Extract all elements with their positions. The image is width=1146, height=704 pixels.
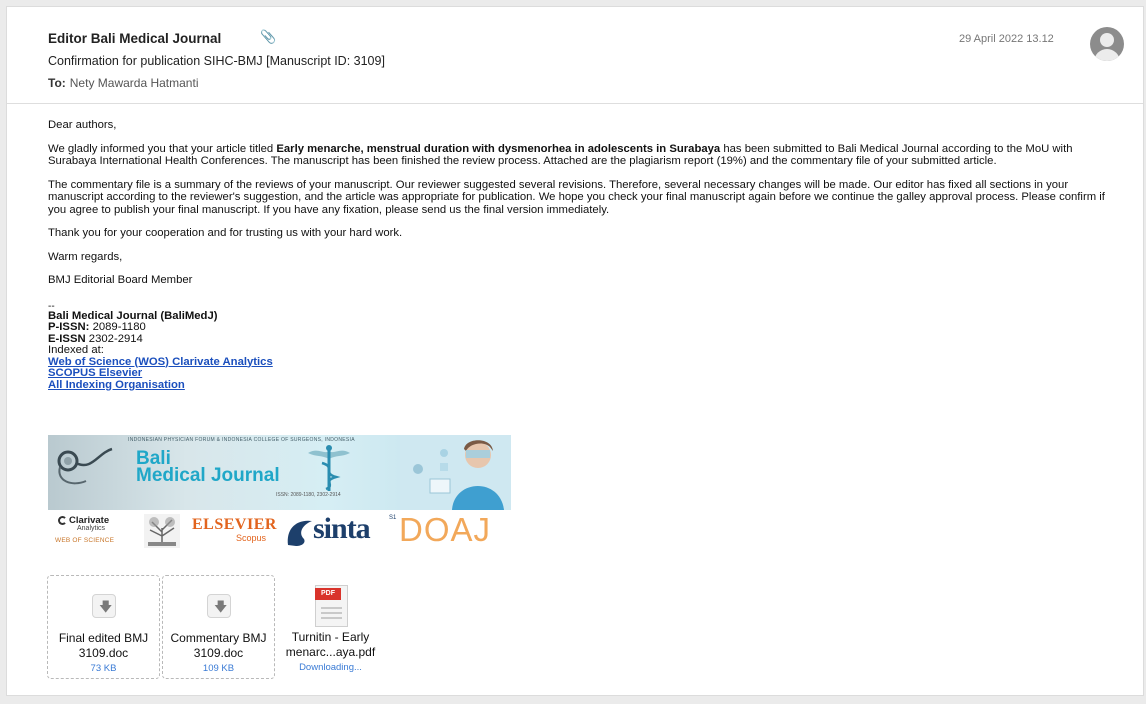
banner-header: INDONESIAN PHYSICIAN FORUM & INDONESIA C… — [48, 435, 511, 510]
stethoscope-icon — [57, 447, 113, 485]
scopus-logo: Scopus — [236, 533, 267, 543]
attachment-name: Commentary BMJ 3109.doc — [170, 631, 267, 660]
message-subject: Confirmation for publication SIHC-BMJ [M… — [48, 54, 385, 68]
user-avatar-icon[interactable] — [1090, 27, 1124, 61]
paperclip-icon: 📎 — [260, 29, 277, 44]
attachments-area: 🡇 Final edited BMJ 3109.doc 73 KB 🡇 Comm… — [47, 575, 387, 679]
attachment-commentary-doc[interactable]: 🡇 Commentary BMJ 3109.doc 109 KB — [162, 575, 275, 679]
eissn-line: E-ISSN 2302-2914 — [48, 332, 143, 345]
clarivate-icon — [58, 516, 67, 525]
sinta-level: S1 — [389, 515, 397, 521]
greeting: Dear authors, — [48, 119, 117, 131]
link-web-of-science[interactable]: Web of Science (WOS) Clarivate Analytics — [48, 356, 1118, 369]
attachment-size: 109 KB — [202, 663, 235, 674]
link-all-indexing[interactable]: All Indexing Organisation — [48, 379, 1118, 392]
attachment-turnitin-pdf[interactable]: PDF Turnitin - Early menarc...aya.pdf Do… — [274, 575, 387, 679]
closing: Warm regards, — [48, 250, 123, 263]
sinta-logo: sinta — [313, 512, 371, 545]
paragraph-1: We gladly informed you that your article… — [48, 142, 1073, 168]
attachment-status: Downloading... — [299, 662, 362, 673]
elsevier-logo: ELSEVIER — [192, 516, 277, 533]
link-scopus[interactable]: SCOPUS Elsevier — [48, 367, 1118, 380]
elsevier-tree-icon — [144, 514, 180, 548]
message-header: Editor Bali Medical Journal 📎 Confirmati… — [7, 7, 1143, 104]
indexing-logos: Clarivate Analytics WEB OF SCIENCE ELSEV… — [48, 511, 511, 551]
message-body: Dear authors, We gladly informed you tha… — [48, 119, 1118, 391]
paragraph-3: Thank you for your cooperation and for t… — [48, 227, 403, 239]
journal-banner-image: INDONESIAN PHYSICIAN FORUM & INDONESIA C… — [48, 435, 511, 551]
message-date: 29 April 2022 13.12 — [959, 33, 1054, 45]
attachment-name: Final edited BMJ 3109.doc — [58, 631, 149, 660]
email-message: Editor Bali Medical Journal 📎 Confirmati… — [6, 6, 1144, 696]
pdf-label: PDF — [315, 588, 341, 600]
indexed-label: Indexed at: — [48, 344, 104, 356]
pissn-line: P-ISSN: 2089-1180 — [48, 321, 146, 333]
signature-block: -- Bali Medical Journal (BaliMedJ) P-ISS… — [48, 301, 1118, 392]
doctor-photo — [400, 435, 511, 510]
signature-journal: Bali Medical Journal (BaliMedJ) — [48, 309, 218, 322]
sinta-mark-icon — [287, 520, 312, 546]
article-title: Early menarche, menstrual duration with … — [276, 142, 721, 155]
attachment-final-doc[interactable]: 🡇 Final edited BMJ 3109.doc 73 KB — [47, 575, 160, 679]
to-label: To: — [48, 76, 66, 90]
paragraph-2: The commentary file is a summary of the … — [48, 178, 1105, 216]
banner-issn: ISSN: 2089-1180, 2302-2914 — [276, 492, 341, 498]
attachment-name: Turnitin - Early menarc...aya.pdf — [285, 630, 376, 659]
sender-name[interactable]: Editor Bali Medical Journal — [48, 31, 221, 46]
banner-medical-journal: Medical Journal — [136, 465, 280, 486]
attachment-size: 73 KB — [90, 663, 117, 674]
download-icon[interactable]: 🡇 — [92, 594, 116, 618]
signer: BMJ Editorial Board Member — [48, 274, 193, 286]
doaj-logo: DOAJ — [399, 511, 492, 548]
download-icon[interactable]: 🡇 — [207, 594, 231, 618]
recipient-line: To: Nety Mawarda Hatmanti — [48, 76, 198, 90]
recipient-name[interactable]: Nety Mawarda Hatmanti — [70, 76, 199, 90]
caduceus-logo-icon — [308, 445, 350, 491]
clarivate-logo: Clarivate Analytics WEB OF SCIENCE — [55, 515, 115, 544]
pdf-file-icon[interactable]: PDF — [315, 585, 348, 627]
